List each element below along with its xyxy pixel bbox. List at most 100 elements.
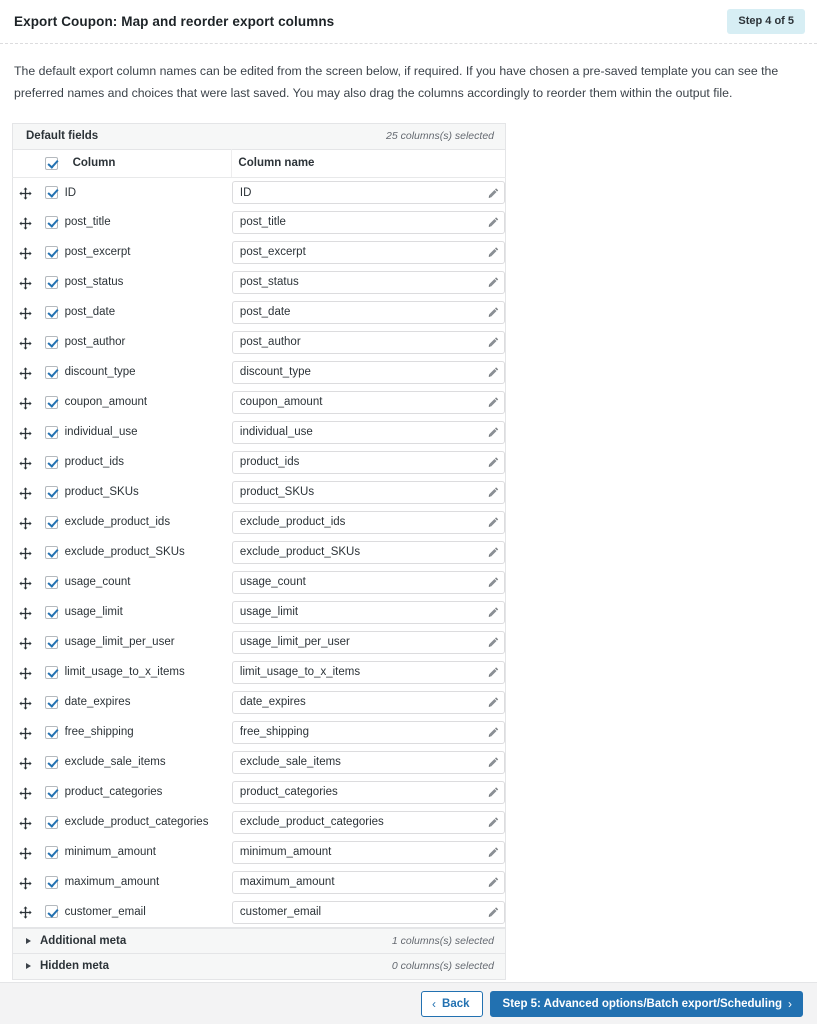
row-checkbox[interactable] (45, 485, 59, 499)
row-checkbox[interactable] (45, 575, 59, 589)
column-name-cell (231, 207, 506, 238)
column-name-input[interactable] (231, 330, 505, 354)
move-arrows-icon[interactable] (19, 216, 32, 230)
row-checkbox[interactable] (45, 275, 59, 289)
row-checkbox[interactable] (45, 455, 59, 469)
move-arrows-icon[interactable] (19, 726, 32, 740)
next-step-button[interactable]: Step 5: Advanced options/Batch export/Sc… (489, 990, 803, 1017)
move-arrows-icon[interactable] (19, 336, 32, 350)
row-checkbox[interactable] (45, 305, 59, 319)
column-label: post_status (64, 267, 232, 298)
row-checkbox[interactable] (45, 905, 59, 919)
column-name-input[interactable] (231, 780, 505, 804)
column-name-input[interactable] (231, 840, 505, 864)
row-checkbox[interactable] (45, 185, 59, 199)
meta-accordion-row[interactable]: Hidden meta 0 columns(s) selected (12, 953, 506, 980)
column-label: product_ids (64, 447, 232, 478)
move-arrows-icon[interactable] (19, 876, 32, 890)
column-name-input[interactable] (231, 870, 505, 894)
move-arrows-icon[interactable] (19, 846, 32, 860)
column-name-input[interactable] (231, 570, 505, 594)
move-arrows-icon[interactable] (19, 486, 32, 500)
move-arrows-icon[interactable] (19, 816, 32, 830)
row-checkbox[interactable] (45, 695, 59, 709)
column-name-cell (231, 297, 506, 328)
column-name-input[interactable] (231, 540, 505, 564)
row-checkbox[interactable] (45, 605, 59, 619)
column-name-input[interactable] (231, 720, 505, 744)
row-checkbox[interactable] (45, 635, 59, 649)
move-arrows-icon[interactable] (19, 456, 32, 470)
column-name-input[interactable] (231, 181, 505, 204)
column-name-input[interactable] (231, 810, 505, 834)
move-arrows-icon[interactable] (19, 546, 32, 560)
move-arrows-icon[interactable] (19, 246, 32, 260)
move-arrows-icon[interactable] (19, 366, 32, 380)
row-checkbox[interactable] (45, 665, 59, 679)
column-label: post_excerpt (64, 237, 232, 268)
move-arrows-icon[interactable] (19, 666, 32, 680)
move-arrows-icon[interactable] (19, 306, 32, 320)
move-arrows-icon[interactable] (19, 636, 32, 650)
column-name-input[interactable] (231, 480, 505, 504)
row-checkbox[interactable] (45, 335, 59, 349)
row-checkbox[interactable] (45, 245, 59, 259)
column-name-input[interactable] (231, 900, 505, 924)
move-arrows-icon[interactable] (19, 426, 32, 440)
row-checkbox[interactable] (45, 395, 59, 409)
column-name-input[interactable] (231, 300, 505, 324)
select-all-header-cell (38, 149, 65, 178)
column-name-input[interactable] (231, 630, 505, 654)
move-arrows-icon[interactable] (19, 906, 32, 919)
column-name-input[interactable] (231, 360, 505, 384)
move-arrows-icon[interactable] (19, 756, 32, 770)
column-name-field-wrapper (231, 540, 505, 564)
column-name-input[interactable] (231, 510, 505, 534)
move-arrows-icon[interactable] (19, 786, 32, 800)
column-name-input[interactable] (231, 660, 505, 684)
row-checkbox[interactable] (45, 545, 59, 559)
move-arrows-icon[interactable] (19, 187, 32, 200)
drag-cell (12, 837, 39, 868)
meta-accordion-count: 1 columns(s) selected (391, 934, 494, 947)
column-name-input[interactable] (231, 450, 505, 474)
column-name-field-wrapper (231, 450, 505, 474)
column-name-input[interactable] (231, 420, 505, 444)
row-checkbox[interactable] (45, 845, 59, 859)
row-checkbox[interactable] (45, 725, 59, 739)
row-checkbox[interactable] (45, 815, 59, 829)
column-name-input[interactable] (231, 750, 505, 774)
move-arrows-icon[interactable] (19, 276, 32, 290)
column-name-input[interactable] (231, 690, 505, 714)
column-name-cell (231, 387, 506, 418)
move-arrows-icon[interactable] (19, 606, 32, 620)
column-name-field-wrapper (231, 480, 505, 504)
table-row: product_categories (12, 777, 506, 808)
column-name-field-wrapper (231, 570, 505, 594)
back-button[interactable]: ‹ Back (421, 990, 483, 1017)
move-arrows-icon[interactable] (19, 396, 32, 410)
column-label: maximum_amount (64, 867, 232, 898)
row-checkbox[interactable] (45, 425, 59, 439)
row-checkbox[interactable] (45, 785, 59, 799)
table-row: customer_email (12, 897, 506, 928)
row-checkbox[interactable] (45, 365, 59, 379)
move-arrows-icon[interactable] (19, 516, 32, 530)
column-name-input[interactable] (231, 390, 505, 414)
row-checkbox[interactable] (45, 875, 59, 889)
meta-accordion-row[interactable]: Additional meta 1 columns(s) selected (12, 927, 506, 954)
column-name-input[interactable] (231, 600, 505, 624)
column-name-input[interactable] (231, 240, 505, 264)
move-arrows-icon[interactable] (19, 696, 32, 710)
select-all-checkbox[interactable] (45, 156, 59, 170)
column-name-input[interactable] (231, 270, 505, 294)
column-name-input[interactable] (231, 210, 505, 234)
row-checkbox[interactable] (45, 755, 59, 769)
column-name-field-wrapper (231, 420, 505, 444)
checkbox-cell (38, 747, 65, 778)
drag-cell (12, 237, 39, 268)
row-checkbox[interactable] (45, 215, 59, 229)
checkbox-cell (38, 567, 65, 598)
row-checkbox[interactable] (45, 515, 59, 529)
move-arrows-icon[interactable] (19, 576, 32, 590)
